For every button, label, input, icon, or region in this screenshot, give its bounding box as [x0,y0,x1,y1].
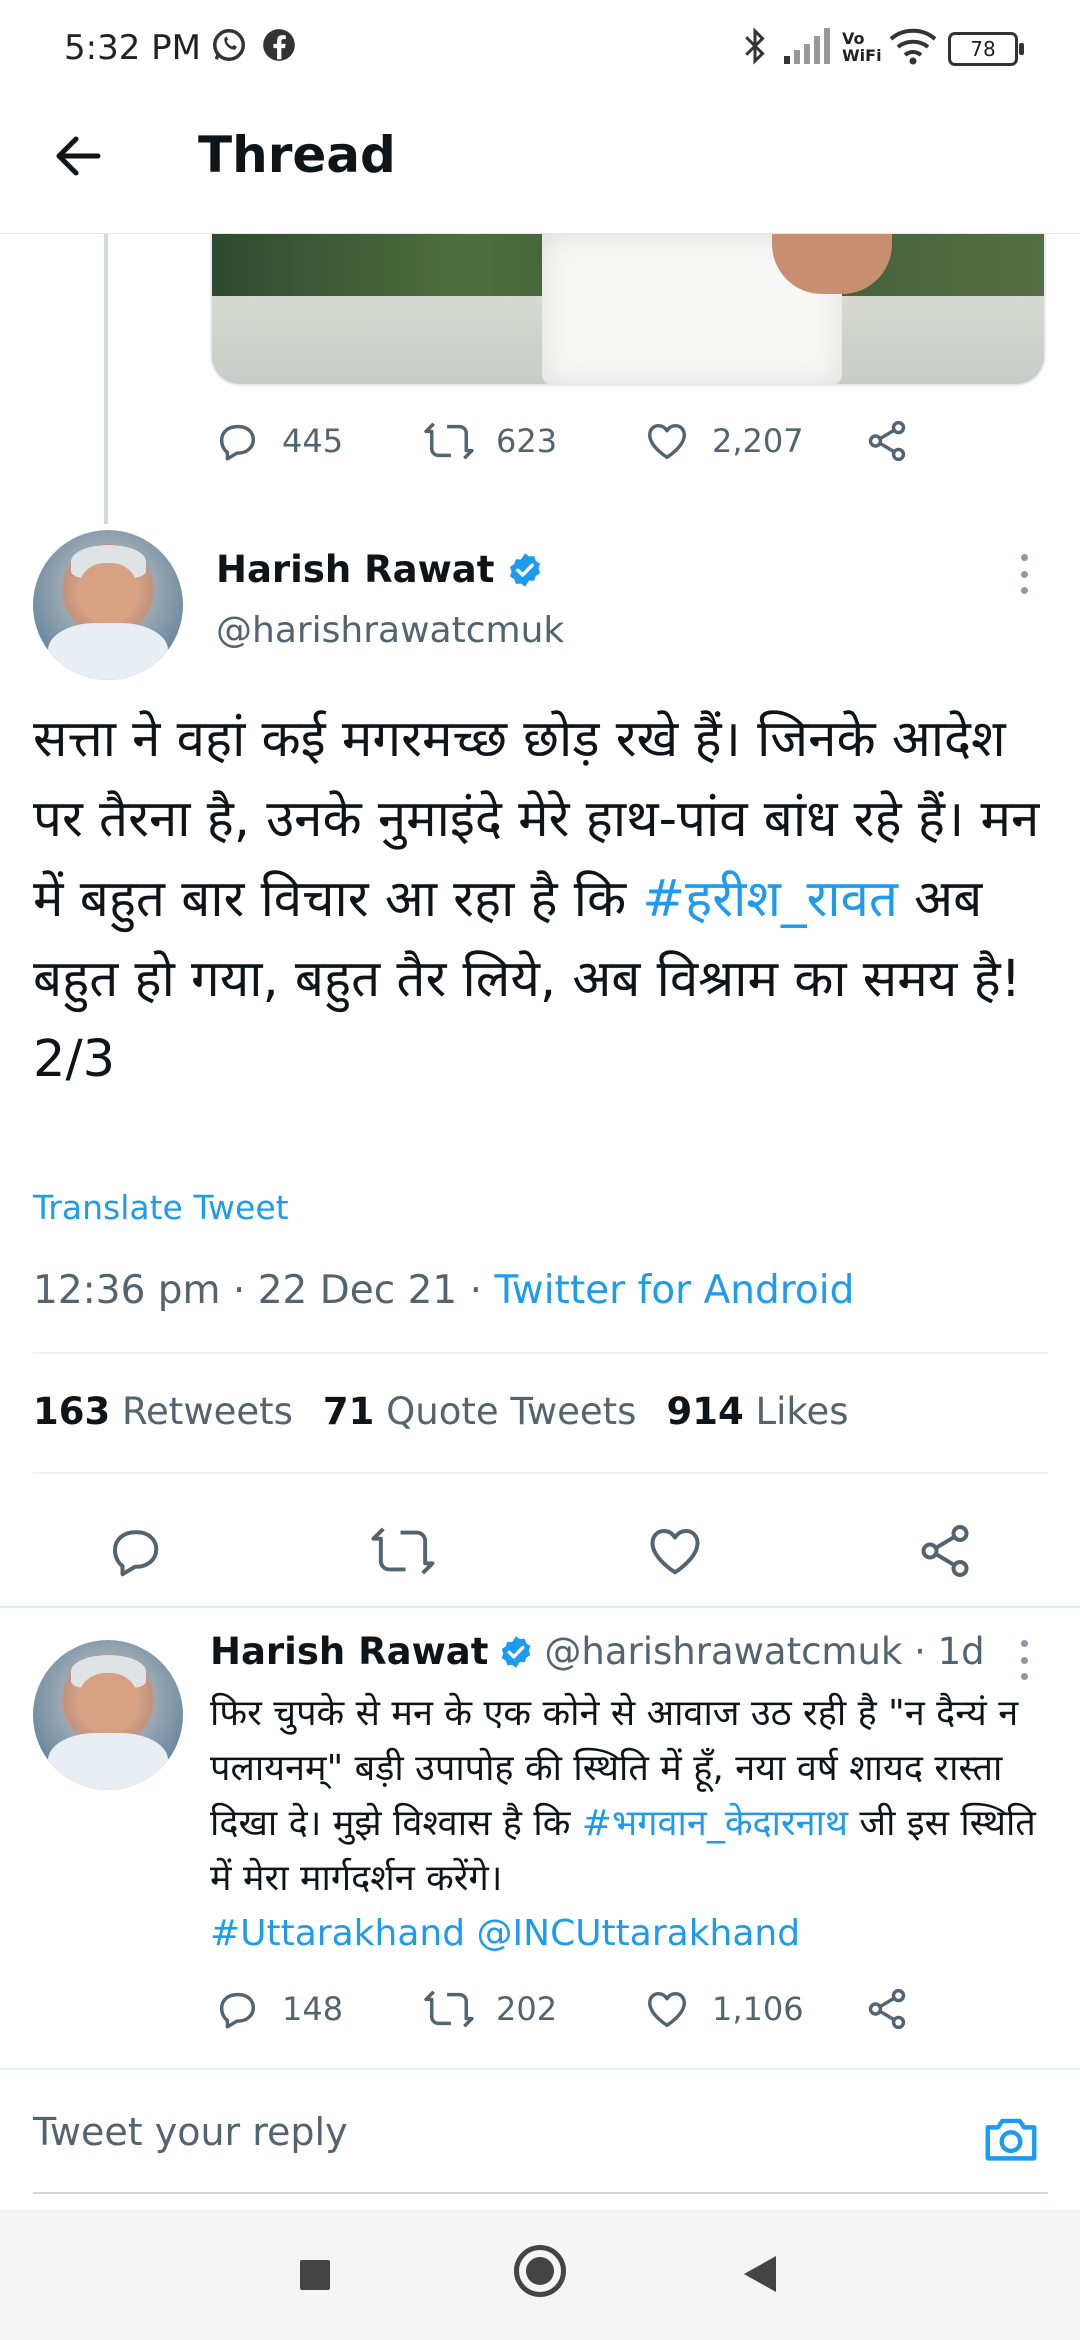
retweet-icon [424,422,474,460]
signal-icon [784,28,830,64]
tweet-timestamp: 12:36 pm · 22 Dec 21 · [33,1268,495,1313]
reply-count: 445 [282,422,344,460]
reply-icon [113,1530,159,1577]
composer-underline [33,2192,1048,2194]
home-button[interactable] [514,2245,566,2297]
tweet-source-link[interactable]: Twitter for Android [494,1268,854,1313]
more-options-icon[interactable] [1014,544,1034,604]
reply-button[interactable]: 445 [214,406,343,476]
author-name-row[interactable]: Harish Rawat [216,548,544,591]
reply-button[interactable]: 148 [214,1974,343,2044]
verified-badge-icon [502,1635,531,1668]
reply-button[interactable] [100,1516,170,1586]
divider [33,1472,1048,1474]
share-button[interactable] [864,1974,932,2044]
reply-author-handle: @harishrawatcmuk · 1d [544,1630,985,1673]
camera-icon[interactable] [980,2108,1042,2170]
bluetooth-icon [745,27,765,65]
reply-icon [219,424,256,461]
status-time: 5:32 PM [64,28,201,68]
reply-tweet-text: फिर चुपके से मन के एक कोने से आवाज उठ रह… [210,1693,1036,1954]
share-button[interactable] [910,1516,980,1586]
retweet-count: 623 [496,422,558,460]
thread-connector-line [104,234,108,524]
main-tweet-actions [0,1500,1080,1600]
tweet-text: सत्ता ने वहां कई मगरमच्छ छोड़ रखे हैं। ज… [33,710,1040,1089]
like-button[interactable]: 2,207 [644,406,804,476]
heart-icon [648,1991,686,2028]
like-button[interactable] [640,1516,710,1586]
tweet-meta: 12:36 pm · 22 Dec 21 · Twitter for Andro… [33,1268,854,1313]
author-handle[interactable]: @harishrawatcmuk [216,610,564,651]
engagement-stats: 163 Retweets 71 Quote Tweets 914 Likes [33,1390,849,1433]
reply-author-name: Harish Rawat [210,1630,489,1673]
hashtag-link[interactable]: #भगवान_केदारनाथ [582,1803,848,1844]
retweet-button[interactable]: 202 [424,1974,557,2044]
retweet-icon [371,1527,435,1575]
retweet-icon [424,1990,474,2028]
hashtag-link[interactable]: #हरीश_रावत [642,870,898,929]
reply-icon [219,1992,256,2029]
share-button[interactable] [864,406,932,476]
heart-icon [648,423,686,460]
page-title: Thread [198,126,396,184]
quote-tweets-stat[interactable]: 71 Quote Tweets [323,1390,637,1433]
retweets-stat[interactable]: 163 Retweets [33,1390,293,1433]
system-nav-bar [0,2210,1080,2340]
like-count: 2,207 [712,422,804,460]
section-separator [0,1606,1080,1608]
divider [33,1352,1048,1354]
vowifi-label: Vo WiFi [842,29,882,65]
author-name: Harish Rawat [216,548,495,591]
system-back-button[interactable] [744,2256,776,2292]
share-icon [921,1525,969,1577]
prev-tweet-actions: 445 623 2,207 [214,406,954,476]
share-icon [868,1988,906,2030]
reply-count: 148 [282,1990,344,2028]
reply-input[interactable]: Tweet your reply [33,2110,348,2154]
retweet-count: 202 [496,1990,558,2028]
like-count: 1,106 [712,1990,804,2028]
wifi-icon [889,28,937,65]
verified-badge-icon [510,552,541,587]
mention-link[interactable]: @INCUttarakhand [477,1913,801,1954]
back-arrow-icon[interactable] [48,126,108,186]
reply-header[interactable]: Harish Rawat @harishrawatcmuk · 1d [210,1630,985,1673]
status-bar: 5:32 PM Vo WiFi 78 [0,0,1080,96]
heart-icon [650,1529,700,1575]
thread-counter: 2/3 [33,1030,116,1089]
reply-author-avatar[interactable] [33,1640,183,1790]
reply-tweet-actions: 148 202 1,106 [214,1974,954,2044]
translate-tweet-link[interactable]: Translate Tweet [33,1188,289,1227]
tweet-media-image[interactable] [210,234,1046,386]
more-options-icon[interactable] [1014,1630,1034,1690]
battery-indicator: 78 [948,32,1024,66]
share-icon [868,420,906,462]
facebook-icon [263,29,295,61]
composer-separator [0,2068,1080,2070]
hashtag-link[interactable]: #Uttarakhand [210,1913,465,1954]
author-avatar[interactable] [33,530,183,680]
retweet-button[interactable] [368,1516,438,1586]
app-bar: Thread [0,96,1080,234]
like-button[interactable]: 1,106 [644,1974,804,2044]
likes-stat[interactable]: 914 Likes [666,1390,848,1433]
whatsapp-icon [213,29,245,61]
retweet-button[interactable]: 623 [424,406,557,476]
recents-button[interactable] [300,2260,330,2290]
